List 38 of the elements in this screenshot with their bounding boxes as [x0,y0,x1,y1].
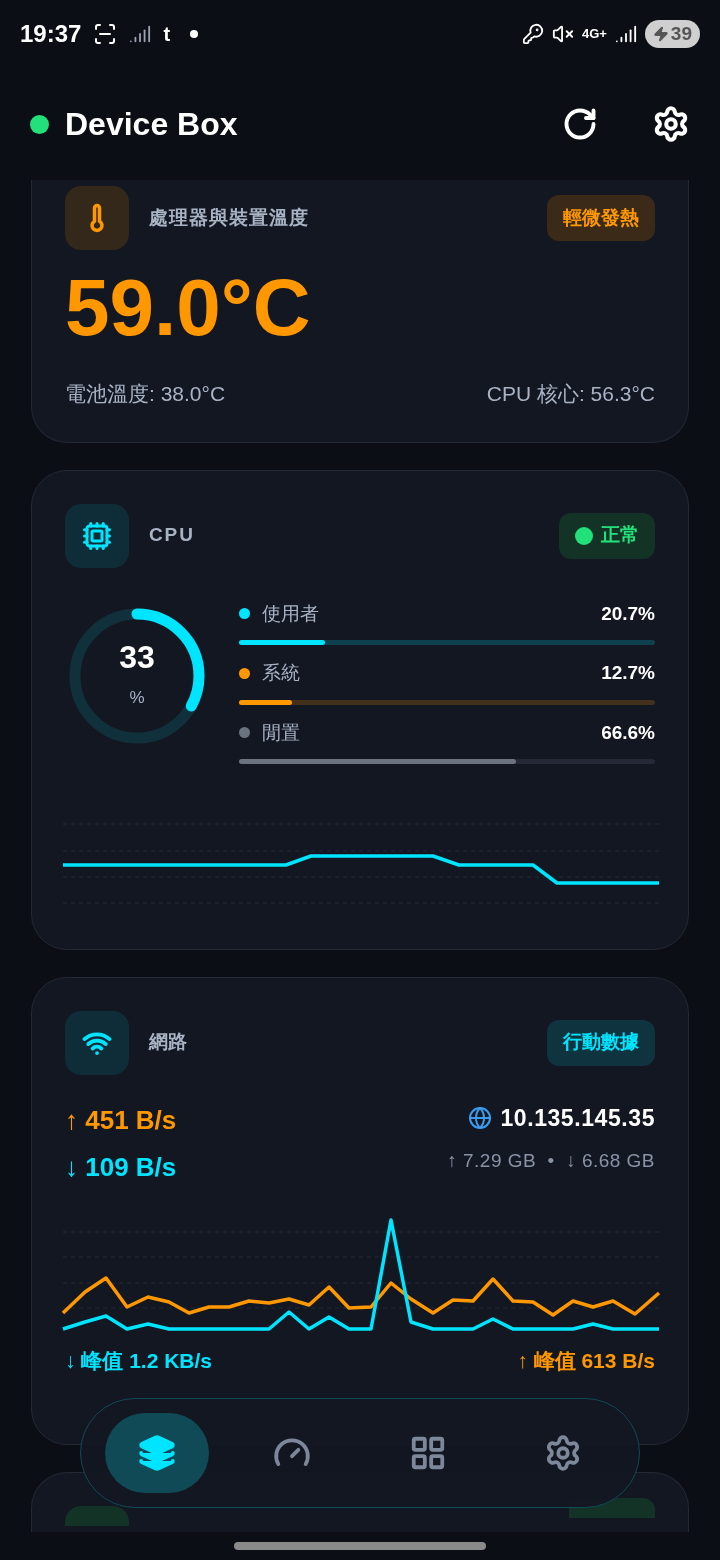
chip-icon [82,520,112,551]
card-title: CPU [149,523,195,548]
usage-label: 系統 [262,661,300,685]
temperature-value: 59.0°C [65,268,312,348]
data-totals: ↑ 7.29 GB • ↓ 6.68 GB [447,1149,655,1173]
status-time: 19:37 [20,19,82,49]
globe-icon [468,1105,493,1130]
usage-value: 12.7% [601,661,655,685]
settings-icon [544,1434,582,1472]
network-type: 4G+ [581,25,607,44]
battery-temperature: 電池溫度: 38.0°C [65,381,226,407]
status-badge: 行動數據 [547,1019,655,1066]
download-speed: ↓ 109 B/s [65,1150,177,1184]
usage-label: 閒置 [262,720,300,745]
key-icon [521,23,544,45]
cpu-total-value: 33 [119,640,155,673]
card-title: 處理器與裝置溫度 [149,205,309,230]
card-title: 網路 [149,1030,187,1055]
status-badge: 輕微發熱 [547,195,655,241]
mute-icon [551,23,574,45]
status-badge: 正常 [559,512,655,559]
signal-icon [129,23,152,45]
icon-tile [65,1505,129,1526]
screenshot-icon [93,22,118,46]
app-title: Device Box [65,105,238,144]
layers-icon [138,1434,176,1472]
upload-speed: ↑ 451 B/s [65,1103,177,1137]
usage-value: 20.7% [601,601,655,626]
app-letter: t [163,22,171,47]
ip-address: 10.135.145.35 [500,1103,655,1133]
peak-download: ↓ 峰值 1.2 KB/s [65,1347,213,1374]
usage-label: 使用者 [262,601,319,626]
battery-indicator: 39 [644,20,700,48]
cpu-core-temperature: CPU 核心: 56.3°C [486,381,655,407]
signal-icon [614,23,637,45]
usage-value: 66.6% [601,720,655,745]
cpu-unit: % [129,686,145,709]
peak-upload: ↑ 峰值 613 B/s [517,1347,655,1374]
